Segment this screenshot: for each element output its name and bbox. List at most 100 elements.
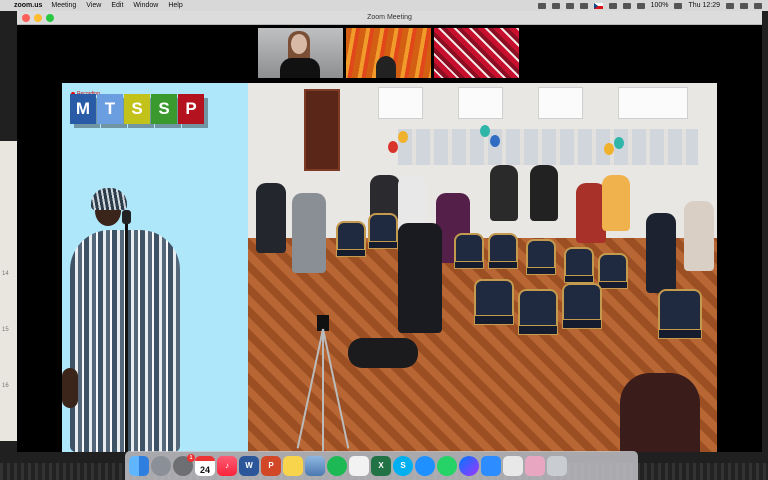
audience-member-front: [398, 223, 442, 333]
battery-percent[interactable]: 100%: [651, 2, 669, 9]
siri-icon[interactable]: [740, 2, 748, 9]
speaker-arm: [62, 368, 78, 408]
traffic-lights: [22, 14, 54, 22]
audience-member: [646, 213, 676, 293]
system-preferences-icon[interactable]: 1: [173, 453, 195, 476]
hall-door: [304, 89, 340, 171]
photos-icon[interactable]: [503, 455, 523, 476]
chair: [526, 239, 556, 283]
participant-silhouette: [376, 56, 396, 78]
preview-icon[interactable]: [305, 455, 325, 476]
files-icon[interactable]: [349, 455, 369, 476]
input-source-flag-icon[interactable]: [593, 2, 603, 9]
desktop-calendar-sliver: 14 15 16: [0, 141, 17, 441]
bag-on-floor: [348, 338, 418, 368]
wifi-icon[interactable]: [622, 2, 631, 9]
audience-member: [602, 175, 630, 231]
menu-meeting[interactable]: Meeting: [51, 2, 76, 9]
logo-letter: T: [97, 94, 123, 124]
word-icon[interactable]: W: [239, 455, 259, 476]
spotify-icon[interactable]: [327, 455, 347, 476]
messenger-icon[interactable]: [459, 455, 479, 476]
dropbox-icon[interactable]: [537, 2, 546, 9]
display-boards: [398, 129, 698, 165]
chair: [518, 289, 558, 345]
microphone-icon: [122, 210, 131, 224]
hall-window: [538, 87, 583, 119]
menu-app-name[interactable]: zoom.us: [14, 2, 42, 9]
menu-bar: zoom.us Meeting View Edit Window Help 10…: [0, 0, 768, 11]
window-title: Zoom Meeting: [367, 14, 412, 21]
logo-letter: S: [151, 94, 177, 124]
balloon: [480, 125, 490, 137]
audience-member: [256, 183, 286, 253]
stickies-icon[interactable]: [525, 455, 545, 476]
participant-body: [280, 58, 320, 78]
chair: [368, 213, 398, 257]
calendar-day: 24: [199, 465, 210, 475]
participant-thumbnail[interactable]: [346, 28, 431, 78]
audience-member: [292, 193, 326, 273]
calendar-icon[interactable]: 24: [195, 455, 215, 476]
whatsapp-icon[interactable]: [437, 455, 457, 476]
balloon: [398, 131, 408, 143]
chair: [336, 221, 366, 265]
menu-view[interactable]: View: [86, 2, 101, 9]
cloud-icon[interactable]: [565, 2, 574, 9]
clock[interactable]: Thu 12:29: [688, 2, 720, 9]
minimize-window-icon[interactable]: [34, 14, 42, 22]
speaker-panel: Recording... M T S S P: [62, 83, 248, 452]
logo-letter: M: [70, 94, 96, 124]
excel-icon[interactable]: X: [371, 455, 391, 476]
balloon: [614, 137, 624, 149]
main-video-stage[interactable]: Recording... M T S S P: [62, 83, 717, 452]
launchpad-icon[interactable]: [151, 455, 171, 476]
screen-icon[interactable]: [579, 2, 588, 9]
chair: [562, 283, 602, 339]
search-icon[interactable]: [726, 2, 734, 9]
calendar-number: 15: [2, 327, 9, 333]
audience-hall-scene: [248, 83, 717, 452]
zoom-meeting-window: Zoom Meeting Recording... M T S S P: [17, 11, 762, 452]
tripod-leg: [322, 329, 324, 451]
safari-icon[interactable]: [415, 455, 435, 476]
participant-thumbnail[interactable]: [434, 28, 519, 78]
menu-window[interactable]: Window: [133, 2, 158, 9]
menu-edit[interactable]: Edit: [111, 2, 123, 9]
notes-icon[interactable]: [283, 455, 303, 476]
trash-icon[interactable]: [547, 455, 567, 476]
speaker-figure: [62, 188, 248, 452]
balloon: [604, 143, 614, 155]
battery-icon[interactable]: [674, 2, 683, 9]
music-icon[interactable]: ♪: [217, 455, 237, 476]
chair: [454, 233, 484, 277]
foreground-person: [620, 373, 700, 452]
logo-letter: P: [178, 94, 204, 124]
audience-member: [684, 201, 714, 271]
bluetooth-icon[interactable]: [608, 2, 617, 9]
zoom-icon[interactable]: [481, 455, 501, 476]
menu-help[interactable]: Help: [168, 2, 182, 9]
chair: [488, 233, 518, 277]
powerpoint-icon[interactable]: P: [261, 455, 281, 476]
skype-icon[interactable]: S: [393, 455, 413, 476]
window-titlebar[interactable]: Zoom Meeting: [17, 11, 762, 25]
participant-thumbnail[interactable]: [258, 28, 343, 78]
volume-icon[interactable]: [636, 2, 645, 9]
mtssp-logo: M T S S P: [70, 94, 205, 124]
logo-letter: S: [124, 94, 150, 124]
close-window-icon[interactable]: [22, 14, 30, 22]
fullscreen-window-icon[interactable]: [46, 14, 54, 22]
microphone-stand: [125, 218, 128, 452]
chair: [658, 289, 702, 349]
dock: 1 24 ♪ W P X S: [125, 451, 638, 480]
audience-member: [530, 165, 558, 221]
notification-center-icon[interactable]: [754, 2, 762, 9]
finder-icon[interactable]: [129, 455, 149, 476]
speaker-headwrap: [91, 188, 127, 210]
balloon: [388, 141, 398, 153]
notification-badge: 1: [187, 453, 195, 462]
calendar-number: 16: [2, 383, 9, 389]
zoom-tray-icon[interactable]: [551, 2, 560, 9]
hall-window: [458, 87, 503, 119]
